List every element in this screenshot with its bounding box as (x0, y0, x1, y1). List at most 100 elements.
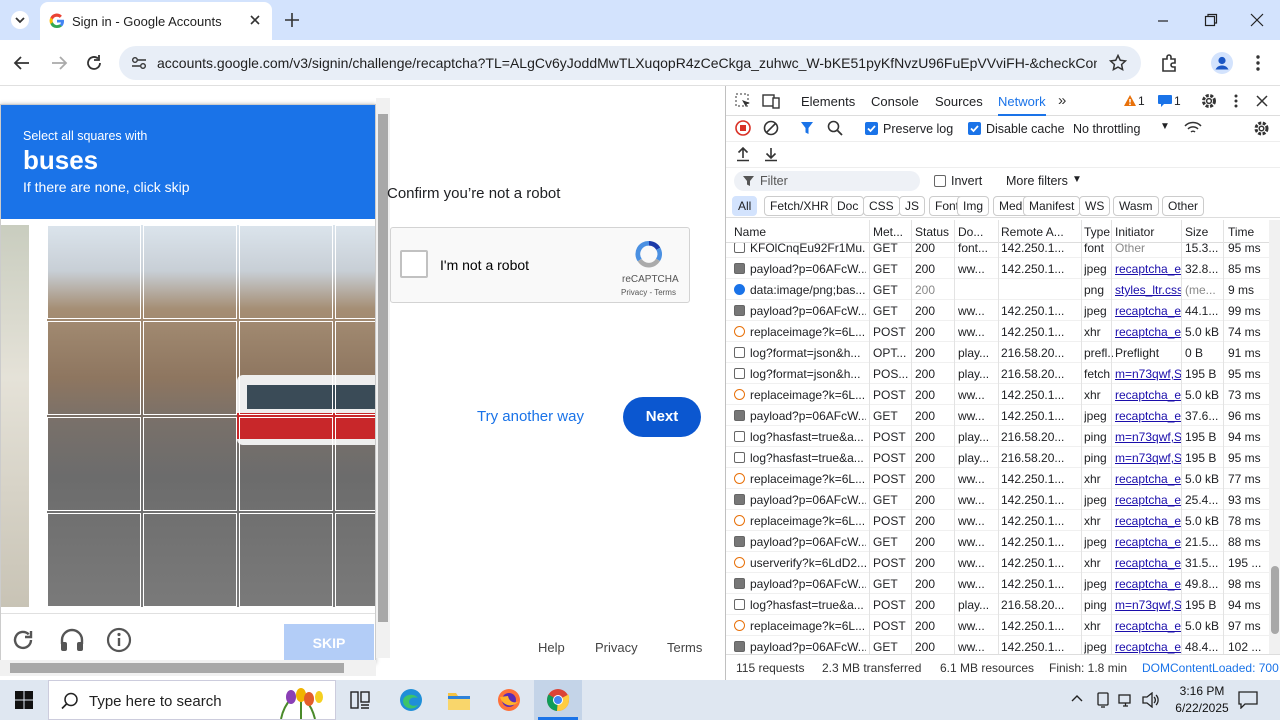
footer-terms-link[interactable]: Terms (667, 640, 702, 655)
cell-initiator[interactable]: styles_ltr.css (1115, 283, 1181, 297)
site-info-icon[interactable] (131, 56, 147, 70)
close-window-icon[interactable] (1250, 13, 1264, 27)
grid-tile[interactable] (335, 513, 375, 607)
close-devtools-icon[interactable] (1255, 94, 1269, 108)
device-toolbar-icon[interactable] (762, 93, 780, 109)
file-explorer-icon[interactable] (447, 689, 471, 711)
tab-network[interactable]: Network (998, 94, 1046, 116)
filter-type-manifest[interactable]: Manifest (1023, 196, 1081, 216)
more-tabs-icon[interactable]: » (1058, 92, 1066, 109)
menu-kebab-icon[interactable] (1255, 54, 1261, 72)
footer-help-link[interactable]: Help (538, 640, 565, 655)
cell-initiator[interactable]: recaptcha_e (1115, 304, 1181, 318)
clock-time[interactable]: 3:16 PM (1172, 684, 1232, 698)
disable-cache-checkbox[interactable] (968, 122, 981, 135)
taskbar-search-box[interactable]: Type here to search (48, 680, 336, 720)
back-icon[interactable] (13, 54, 31, 72)
grid-tile[interactable] (239, 321, 333, 415)
column-divider[interactable] (954, 220, 955, 654)
not-robot-checkbox[interactable] (400, 250, 428, 278)
cell-initiator[interactable]: m=n73qwf,S (1115, 598, 1181, 612)
grid-tile[interactable] (143, 225, 237, 319)
preserve-log-checkbox[interactable] (865, 122, 878, 135)
column-header-status[interactable]: Status (915, 225, 955, 239)
filter-type-fetchxhr[interactable]: Fetch/XHR (764, 196, 835, 216)
forward-icon[interactable] (50, 54, 68, 72)
filter-type-ws[interactable]: WS (1079, 196, 1111, 216)
grid-tile[interactable] (335, 225, 375, 319)
tab-console[interactable]: Console (871, 94, 919, 109)
grid-tile[interactable] (143, 513, 237, 607)
tab-sign-in[interactable]: Sign in - Google Accounts (40, 2, 272, 40)
grid-tile[interactable] (335, 417, 375, 511)
more-filters-button[interactable]: More filters (1006, 174, 1068, 188)
column-divider[interactable] (1111, 220, 1112, 654)
next-button[interactable]: Next (623, 397, 701, 437)
cell-initiator[interactable]: recaptcha_e (1115, 409, 1181, 423)
skip-button[interactable]: SKIP (284, 624, 374, 662)
firefox-icon[interactable] (497, 688, 521, 712)
grid-tile[interactable] (47, 513, 141, 607)
column-header-type[interactable]: Type (1084, 225, 1114, 239)
edge-icon[interactable] (399, 688, 423, 712)
horizontal-scroll-thumb[interactable] (10, 663, 344, 673)
cell-initiator[interactable]: recaptcha_e (1115, 472, 1181, 486)
column-divider[interactable] (1081, 220, 1082, 654)
export-har-icon[interactable] (763, 146, 779, 162)
filter-type-css[interactable]: CSS (863, 196, 900, 216)
column-header-initiator[interactable]: Initiator (1115, 225, 1181, 239)
column-divider[interactable] (1181, 220, 1182, 654)
column-divider[interactable] (869, 220, 870, 654)
cell-initiator[interactable]: recaptcha_e (1115, 493, 1181, 507)
grid-tile[interactable] (47, 321, 141, 415)
throttling-select[interactable]: No throttling (1073, 122, 1140, 136)
notifications-icon[interactable] (1238, 691, 1258, 709)
reload-challenge-icon[interactable] (11, 628, 35, 652)
cell-initiator[interactable]: m=n73qwf,S (1115, 430, 1181, 444)
grid-tile[interactable] (47, 225, 141, 319)
column-header-name[interactable]: Name (734, 225, 862, 239)
cell-initiator[interactable]: recaptcha_e (1115, 514, 1181, 528)
cell-initiator[interactable]: recaptcha_e (1115, 388, 1181, 402)
invert-checkbox[interactable] (934, 175, 946, 187)
footer-privacy-link[interactable]: Privacy (595, 640, 638, 655)
show-hidden-icons-icon[interactable] (1071, 694, 1083, 702)
network-icon[interactable] (1118, 692, 1134, 708)
more-filters-chevron-icon[interactable]: ▼ (1072, 174, 1082, 185)
clock-date[interactable]: 6/22/2025 (1168, 701, 1236, 715)
import-har-icon[interactable] (735, 146, 751, 162)
filter-funnel-icon[interactable] (800, 120, 814, 136)
minimize-icon[interactable] (1156, 14, 1170, 28)
column-header-method[interactable]: Met... (873, 225, 911, 239)
record-stop-icon[interactable] (735, 120, 751, 136)
grid-tile[interactable] (239, 417, 333, 511)
chevron-down-icon[interactable]: ▼ (1160, 121, 1170, 132)
cell-initiator[interactable]: recaptcha_e (1115, 325, 1181, 339)
tab-search-icon[interactable] (10, 10, 30, 30)
network-conditions-icon[interactable] (1184, 121, 1202, 135)
close-tab-icon[interactable] (248, 13, 262, 27)
grid-tile[interactable] (143, 321, 237, 415)
clear-icon[interactable] (763, 120, 779, 136)
device-tray-icon[interactable] (1095, 692, 1111, 708)
filter-type-wasm[interactable]: Wasm (1113, 196, 1159, 216)
message-icon[interactable] (1158, 95, 1172, 107)
info-icon[interactable] (106, 627, 132, 653)
volume-icon[interactable] (1142, 692, 1160, 708)
extensions-icon[interactable] (1159, 53, 1179, 73)
filter-type-other[interactable]: Other (1162, 196, 1205, 216)
cell-initiator[interactable]: recaptcha_e (1115, 535, 1181, 549)
cell-initiator[interactable]: recaptcha_e (1115, 262, 1181, 276)
privacy-terms-link[interactable]: Privacy - Terms (621, 288, 676, 297)
audio-challenge-icon[interactable] (59, 627, 85, 653)
column-header-size[interactable]: Size (1185, 225, 1223, 239)
grid-tile[interactable] (335, 321, 375, 415)
column-header-domain[interactable]: Do... (958, 225, 996, 239)
try-another-way-link[interactable]: Try another way (477, 408, 584, 425)
restore-icon[interactable] (1204, 13, 1218, 27)
search-icon[interactable] (827, 120, 843, 136)
column-header-time[interactable]: Time (1228, 225, 1268, 239)
task-view-icon[interactable] (350, 691, 370, 709)
grid-tile[interactable] (143, 417, 237, 511)
warning-icon[interactable] (1123, 94, 1137, 107)
